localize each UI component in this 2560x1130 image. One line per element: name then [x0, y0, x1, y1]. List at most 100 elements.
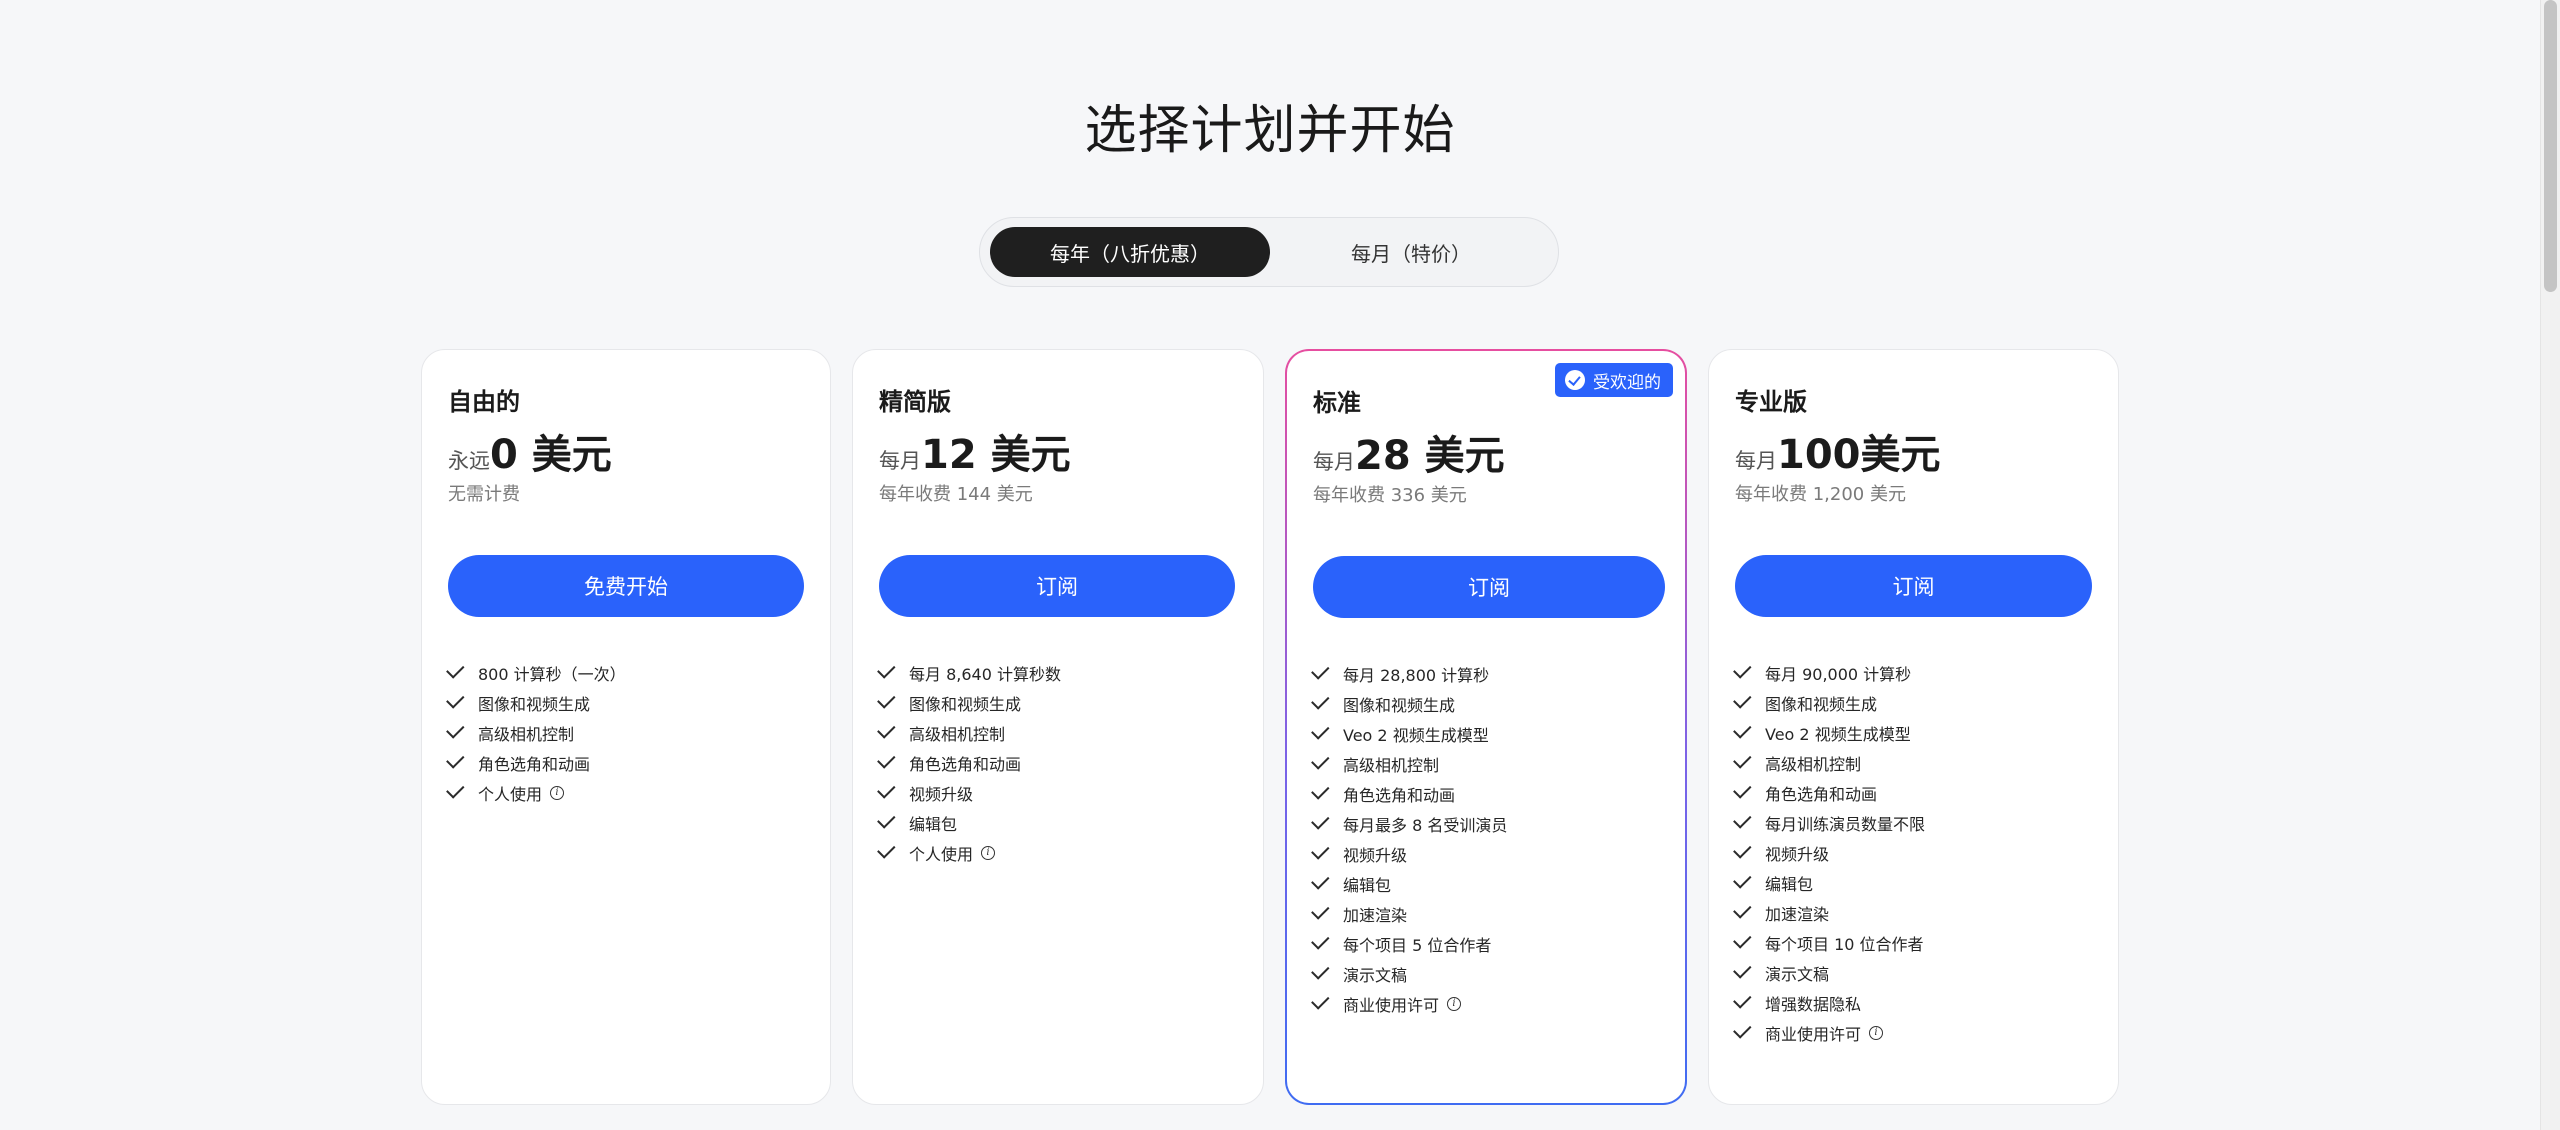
- check-icon: [1733, 1020, 1752, 1039]
- billing-period-toggle: 每年（八折优惠） 每月（特价）: [979, 217, 1559, 287]
- feature-text: 角色选角和动画: [909, 755, 1022, 774]
- feature-text: 每月训练演员数量不限: [1765, 815, 1926, 834]
- price-row: 永远 0 美元: [448, 422, 612, 480]
- feature-item: 视频升级: [1733, 838, 1925, 868]
- check-icon: [1733, 780, 1752, 799]
- feature-text: 视频升级: [1765, 845, 1830, 864]
- feature-item: 每个项目 10 位合作者: [1733, 928, 1925, 958]
- check-icon: [1733, 960, 1752, 979]
- feature-text: 每月 28,800 计算秒: [1343, 666, 1490, 685]
- check-icon: [1733, 810, 1752, 829]
- billing-note: 每年收费 1,200 美元: [1735, 484, 1906, 505]
- feature-text: 每个项目 5 位合作者: [1343, 936, 1492, 955]
- feature-item: 每个项目 5 位合作者: [1311, 929, 1507, 959]
- feature-text: 编辑包: [1343, 876, 1392, 895]
- feature-item: 视频升级: [877, 778, 1061, 808]
- check-icon: [446, 780, 465, 799]
- feature-text: 加速渲染: [1765, 905, 1830, 924]
- info-icon[interactable]: i: [1447, 997, 1462, 1011]
- feature-text: 图像和视频生成: [478, 695, 591, 714]
- feature-item: 图像和视频生成: [1311, 689, 1507, 719]
- feature-item: 商业使用许可 i: [1311, 989, 1507, 1019]
- badge-label: 受欢迎的: [1593, 372, 1661, 393]
- feature-item: 高级相机控制: [1311, 749, 1507, 779]
- price-value: 100美元: [1777, 432, 1941, 478]
- subscribe-button[interactable]: 订阅: [1735, 555, 2092, 617]
- feature-item: 角色选角和动画: [877, 748, 1061, 778]
- feature-item: 加速渲染: [1733, 898, 1925, 928]
- plan-name: 精简版: [879, 388, 951, 416]
- check-icon: [1311, 751, 1330, 770]
- check-icon: [446, 720, 465, 739]
- feature-text: 高级相机控制: [1765, 755, 1862, 774]
- feature-text: 演示文稿: [1765, 965, 1830, 984]
- feature-item: 每月训练演员数量不限: [1733, 808, 1926, 838]
- feature-item: 每月最多 8 名受训演员: [1311, 809, 1507, 839]
- feature-text: 图像和视频生成: [1765, 695, 1878, 714]
- feature-item: 图像和视频生成: [877, 688, 1061, 718]
- feature-item: Veo 2 视频生成模型: [1311, 719, 1507, 749]
- check-icon: [1311, 901, 1330, 920]
- check-icon: [1733, 930, 1752, 949]
- billing-note: 每年收费 336 美元: [1313, 485, 1467, 506]
- feature-item: 编辑包: [1311, 869, 1507, 899]
- check-icon: [1311, 721, 1330, 740]
- start-free-button[interactable]: 免费开始: [448, 555, 804, 617]
- feature-item: 角色选角和动画: [1733, 778, 1925, 808]
- check-icon: [877, 750, 896, 769]
- billing-note: 每年收费 144 美元: [879, 484, 1033, 505]
- info-icon[interactable]: i: [981, 846, 996, 860]
- feature-text: 编辑包: [1765, 875, 1814, 894]
- toggle-monthly-option[interactable]: 每月（特价）: [1276, 227, 1546, 277]
- feature-item: 演示文稿: [1733, 958, 1925, 988]
- feature-text: 增强数据隐私: [1765, 995, 1862, 1014]
- feature-list: 每月 90,000 计算秒 图像和视频生成 Veo 2 视频生成模型 高级相机控…: [1733, 658, 1926, 1048]
- plan-card-free: 自由的 永远 0 美元 无需计费 免费开始 800 计算秒（一次） 图像和视频生成…: [421, 349, 831, 1105]
- subscribe-button[interactable]: 订阅: [1313, 556, 1665, 618]
- vertical-scrollbar[interactable]: [2540, 0, 2560, 1130]
- feature-text: 商业使用许可: [1765, 1025, 1862, 1044]
- feature-item: 高级相机控制: [446, 718, 626, 748]
- feature-text: 个人使用: [478, 785, 543, 804]
- check-icon: [877, 840, 896, 859]
- feature-text: 800 计算秒（一次）: [478, 665, 626, 684]
- check-icon: [877, 660, 896, 679]
- price-prefix: 每月: [1735, 449, 1777, 473]
- feature-item: 编辑包: [877, 808, 1061, 838]
- feature-text: 图像和视频生成: [909, 695, 1022, 714]
- check-icon: [1311, 781, 1330, 800]
- page-title: 选择计划并开始: [1084, 101, 1456, 161]
- check-icon: [1311, 931, 1330, 950]
- subscribe-button[interactable]: 订阅: [879, 555, 1235, 617]
- feature-item: 每月 90,000 计算秒: [1733, 658, 1925, 688]
- feature-text: 演示文稿: [1343, 966, 1408, 985]
- feature-item: 图像和视频生成: [1733, 688, 1925, 718]
- feature-text: 图像和视频生成: [1343, 696, 1456, 715]
- toggle-yearly-option[interactable]: 每年（八折优惠）: [990, 227, 1270, 277]
- check-icon: [1311, 661, 1330, 680]
- price-prefix: 每月: [1313, 450, 1355, 474]
- feature-item: 增强数据隐私: [1733, 988, 1925, 1018]
- feature-text: Veo 2 视频生成模型: [1343, 726, 1489, 745]
- check-icon: [877, 810, 896, 829]
- feature-item: 每月 28,800 计算秒: [1311, 659, 1507, 689]
- info-icon[interactable]: i: [1869, 1026, 1884, 1040]
- check-icon: [1311, 841, 1330, 860]
- feature-item: 视频升级: [1311, 839, 1507, 869]
- feature-item: 个人使用 i: [446, 778, 626, 808]
- feature-text: 角色选角和动画: [1343, 786, 1456, 805]
- check-icon: [1311, 961, 1330, 980]
- feature-list: 800 计算秒（一次） 图像和视频生成 高级相机控制 角色选角和动画 个人使用 i: [446, 658, 626, 808]
- price-value: 28 美元: [1355, 433, 1505, 479]
- check-icon: [1733, 840, 1752, 859]
- scrollbar-thumb[interactable]: [2544, 0, 2557, 292]
- check-icon: [877, 720, 896, 739]
- plan-card-standard: 受欢迎的 标准 每月 28 美元 每年收费 336 美元 订阅 每月 28,800…: [1285, 349, 1687, 1105]
- price-value: 12 美元: [921, 432, 1071, 478]
- check-icon: [1733, 720, 1752, 739]
- feature-item: 每月 8,640 计算秒数: [877, 658, 1061, 688]
- feature-text: 加速渲染: [1343, 906, 1408, 925]
- feature-item: 角色选角和动画: [446, 748, 626, 778]
- info-icon[interactable]: i: [550, 786, 565, 800]
- feature-text: 角色选角和动画: [1765, 785, 1878, 804]
